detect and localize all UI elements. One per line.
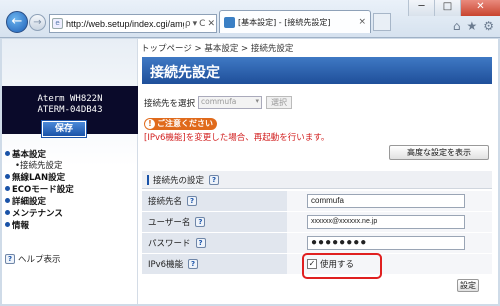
dropdown-icon[interactable]: ▾ bbox=[193, 19, 198, 29]
show-advanced-button[interactable]: 高度な設定を表示 bbox=[389, 145, 489, 160]
bullet-icon bbox=[5, 186, 10, 191]
warning-text: [IPv6機能]を変更した場合、再起動を行います。 bbox=[144, 133, 330, 143]
apply-button[interactable]: 設定 bbox=[457, 279, 479, 292]
form-row: ユーザー名? xxxxxx@xxxxxx.ne.jp bbox=[142, 212, 492, 233]
sidebar-item-wireless-lan[interactable]: 無線LAN設定 bbox=[5, 172, 137, 184]
browser-chrome: ← → e http://web.setup/index.cgi/amg ρ ▾… bbox=[0, 0, 500, 38]
tab-favicon-icon bbox=[224, 16, 235, 28]
form-row: パスワード? ●●●●●●●● bbox=[142, 233, 492, 254]
refresh-icon[interactable]: C bbox=[199, 19, 205, 29]
form-row: 接続先名? commufa bbox=[142, 191, 492, 212]
favorites-icon[interactable]: ★ bbox=[466, 19, 477, 33]
model-name: Aterm WH822N bbox=[37, 94, 103, 104]
home-icon[interactable]: ⌂ bbox=[453, 19, 461, 33]
help-label: ヘルプ表示 bbox=[18, 255, 61, 265]
sidebar-menu: 基本設定 •接続先設定 無線LAN設定 ECOモード設定 詳細設定 メンテナンス… bbox=[5, 149, 137, 232]
page-content: Aterm WH822N ATERM-04DB43 保存 基本設定 •接続先設定… bbox=[2, 39, 498, 304]
address-bar[interactable]: e http://web.setup/index.cgi/amg ρ ▾ C ✕ bbox=[49, 14, 217, 33]
select-button[interactable]: 選択 bbox=[266, 96, 293, 109]
stop-icon[interactable]: ✕ bbox=[207, 19, 215, 29]
help-icon[interactable]: ? bbox=[195, 217, 206, 227]
help-icon[interactable]: ? bbox=[188, 259, 199, 269]
field-label: IPv6機能? bbox=[142, 254, 287, 274]
breadcrumb: トップページ > 基本設定 > 接続先設定 bbox=[141, 44, 294, 54]
main-panel: トップページ > 基本設定 > 接続先設定 接続先設定 接続先を選択 commu… bbox=[139, 39, 498, 304]
sidebar-item-maintenance[interactable]: メンテナンス bbox=[5, 208, 137, 220]
connection-select-row: 接続先を選択 commufa 選択 bbox=[144, 96, 293, 109]
warning-badge: ! ご注意ください bbox=[144, 118, 217, 130]
maximize-button[interactable]: □ bbox=[434, 0, 460, 16]
help-icon: ? bbox=[5, 254, 15, 264]
connection-select[interactable]: commufa bbox=[198, 96, 263, 109]
warning-icon: ! bbox=[145, 119, 155, 129]
field-label: 接続先名? bbox=[142, 191, 287, 211]
sidebar: Aterm WH822N ATERM-04DB43 保存 基本設定 •接続先設定… bbox=[2, 39, 138, 304]
bullet-icon bbox=[5, 174, 10, 179]
browser-tab[interactable]: [基本設定] - [接続先設定] × bbox=[219, 10, 371, 33]
highlight-box bbox=[302, 253, 382, 279]
window-controls: ─ □ ✕ bbox=[408, 0, 500, 16]
sidebar-item-eco-mode[interactable]: ECOモード設定 bbox=[5, 184, 137, 196]
page-icon: e bbox=[52, 18, 63, 29]
field-label: ユーザー名? bbox=[142, 212, 287, 232]
settings-form: 接続先名? commufa ユーザー名? xxxxxx@xxxxxx.ne.jp… bbox=[142, 191, 492, 279]
save-button[interactable]: 保存 bbox=[41, 120, 87, 138]
bullet-icon bbox=[5, 210, 10, 215]
minimize-button[interactable]: ─ bbox=[408, 0, 434, 16]
gear-icon[interactable]: ⚙ bbox=[483, 19, 494, 33]
section-header: 接続先の設定 ? bbox=[142, 171, 492, 189]
url-text[interactable]: http://web.setup/index.cgi/amg bbox=[66, 19, 184, 29]
tab-title: [基本設定] - [接続先設定] bbox=[238, 17, 331, 27]
field-label: パスワード? bbox=[142, 233, 287, 253]
close-window-button[interactable]: ✕ bbox=[460, 0, 500, 16]
sidebar-subitem-connection[interactable]: •接続先設定 bbox=[5, 161, 137, 172]
password-input[interactable]: ●●●●●●●● bbox=[307, 236, 465, 250]
tab-close-icon[interactable]: × bbox=[358, 17, 366, 27]
search-icon[interactable]: ρ bbox=[185, 19, 191, 29]
device-id: ATERM-04DB43 bbox=[37, 105, 103, 115]
bullet-icon bbox=[5, 198, 10, 203]
help-toggle[interactable]: ? ヘルプ表示 bbox=[5, 253, 135, 265]
help-icon[interactable]: ? bbox=[187, 196, 198, 206]
page-title: 接続先設定 bbox=[142, 57, 492, 84]
select-label: 接続先を選択 bbox=[144, 98, 196, 109]
username-input[interactable]: xxxxxx@xxxxxx.ne.jp bbox=[307, 215, 465, 229]
sidebar-item-info[interactable]: 情報 bbox=[5, 220, 137, 232]
section-title: 接続先の設定 bbox=[153, 175, 205, 186]
sidebar-item-basic-settings[interactable]: 基本設定 bbox=[5, 149, 137, 161]
bullet-icon bbox=[5, 151, 10, 156]
back-button[interactable]: ← bbox=[6, 11, 28, 33]
help-icon[interactable]: ? bbox=[195, 238, 206, 248]
sidebar-item-advanced[interactable]: 詳細設定 bbox=[5, 196, 137, 208]
bullet-icon bbox=[5, 222, 10, 227]
forward-button[interactable]: → bbox=[29, 14, 46, 31]
section-bar bbox=[147, 174, 149, 185]
new-tab-button[interactable] bbox=[373, 13, 391, 31]
connection-name-input[interactable]: commufa bbox=[307, 194, 465, 208]
browser-tools: ⌂ ★ ⚙ bbox=[453, 19, 494, 33]
help-icon[interactable]: ? bbox=[209, 174, 220, 185]
